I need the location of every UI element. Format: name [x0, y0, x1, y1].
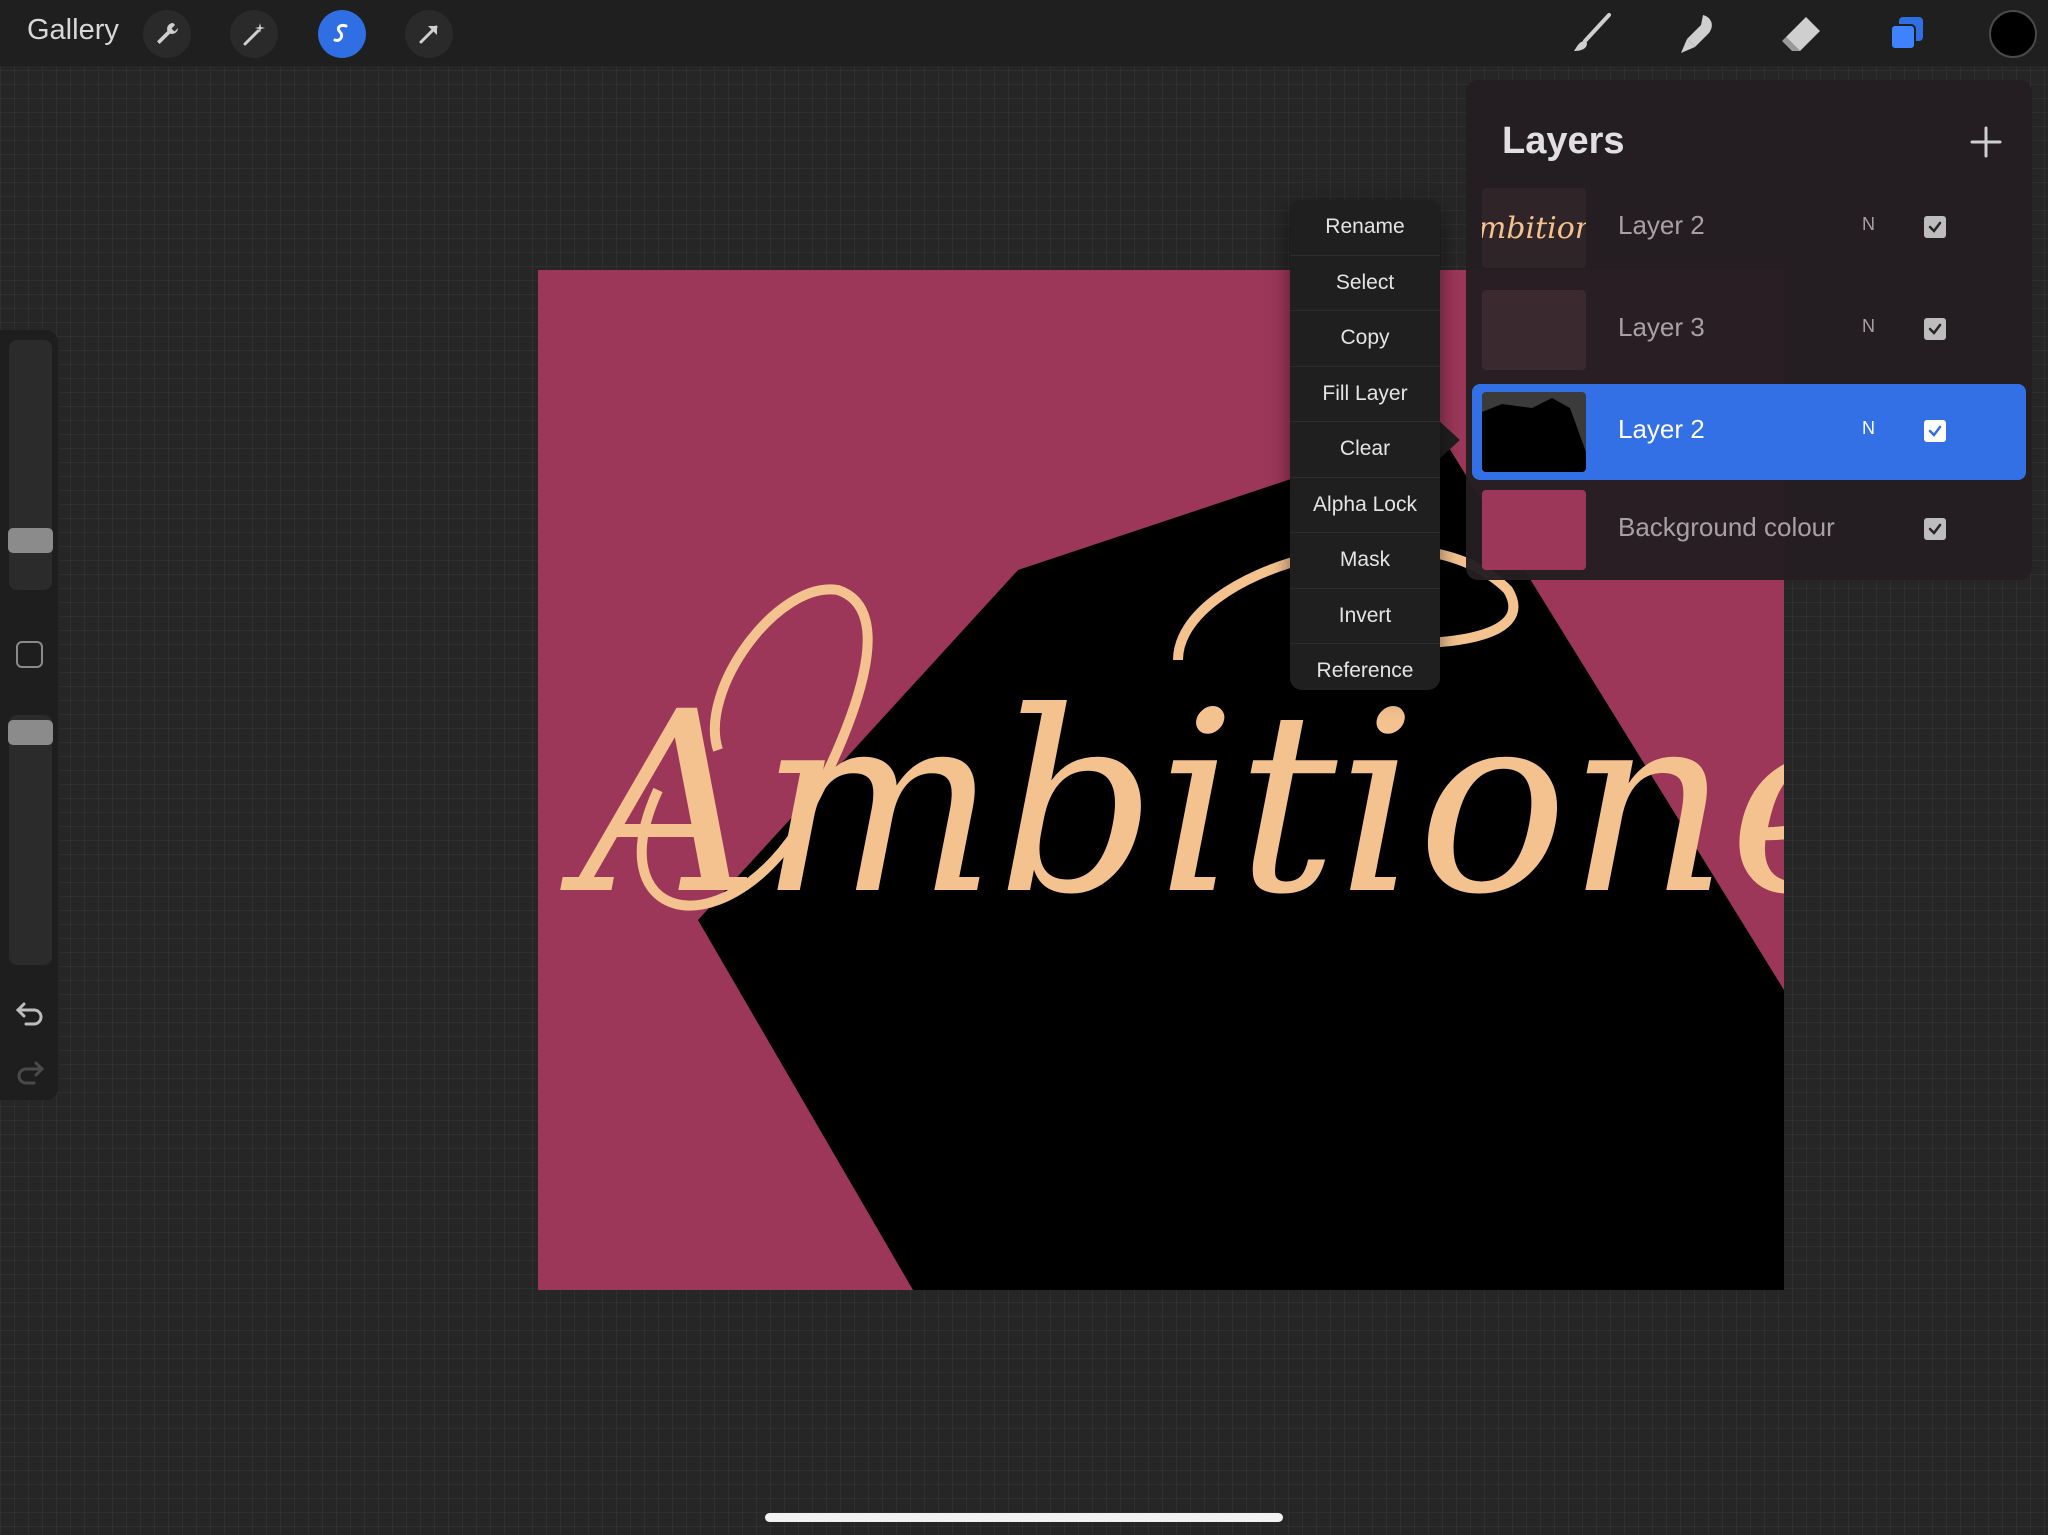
layer-thumbnail: [1482, 290, 1586, 370]
eraser-icon[interactable]: [1775, 8, 1827, 60]
check-icon: [1928, 221, 1942, 233]
menu-item-copy[interactable]: Copy: [1290, 311, 1440, 367]
layers-icon[interactable]: [1880, 8, 1932, 60]
menu-item-rename[interactable]: Rename: [1290, 200, 1440, 256]
menu-item-reference[interactable]: Reference: [1290, 644, 1440, 699]
color-picker-button[interactable]: [1989, 10, 2037, 58]
layer-name: Background colour: [1618, 512, 1835, 542]
home-indicator[interactable]: [765, 1513, 1283, 1522]
brush-icon[interactable]: [1566, 8, 1618, 60]
layer-row[interactable]: Layer 2 N: [1472, 384, 2026, 480]
layer-name: Layer 2: [1618, 414, 1705, 444]
visibility-checkbox[interactable]: [1924, 420, 1946, 442]
layer-options-menu: Rename Select Copy Fill Layer Clear Alpha Loc…: [1290, 200, 1440, 690]
redo-icon[interactable]: [14, 1057, 46, 1085]
menu-item-mask[interactable]: Mask: [1290, 533, 1440, 589]
top-toolbar: Gallery: [0, 0, 2048, 66]
visibility-checkbox[interactable]: [1924, 216, 1946, 238]
check-icon: [1928, 323, 1942, 335]
layers-panel: Layers Ambitione Layer 2 N Layer 3 N Layer 2 N…: [1466, 80, 2032, 580]
menu-item-fill-layer[interactable]: Fill Layer: [1290, 367, 1440, 422]
magic-wand-icon[interactable]: [230, 10, 278, 58]
lettering-text: Ambitione: [559, 658, 1784, 949]
menu-item-invert[interactable]: Invert: [1290, 589, 1440, 644]
plus-icon[interactable]: [1968, 124, 2004, 160]
arrow-icon[interactable]: [405, 10, 453, 58]
blend-mode-button[interactable]: N: [1862, 214, 1875, 235]
layer-thumbnail: [1482, 392, 1586, 472]
undo-icon[interactable]: [14, 998, 46, 1026]
smudge-icon[interactable]: [1672, 8, 1724, 60]
blend-mode-button[interactable]: N: [1862, 418, 1875, 439]
popup-pointer: [1438, 420, 1460, 460]
selection-icon[interactable]: [318, 10, 366, 58]
layer-name: Layer 2: [1618, 210, 1705, 240]
opacity-slider[interactable]: [9, 715, 52, 965]
wrench-icon[interactable]: [143, 10, 191, 58]
visibility-checkbox[interactable]: [1924, 518, 1946, 540]
left-sidebar: [0, 330, 58, 1100]
layer-row[interactable]: Layer 3 N: [1472, 282, 2026, 378]
layer-thumbnail: Ambitione: [1482, 188, 1586, 268]
svg-text:Ambitione: Ambitione: [1482, 211, 1586, 246]
gallery-button[interactable]: Gallery: [27, 14, 119, 47]
visibility-checkbox[interactable]: [1924, 318, 1946, 340]
check-icon: [1928, 523, 1942, 535]
layer-thumbnail: [1482, 490, 1586, 570]
brush-size-thumb[interactable]: [8, 528, 53, 553]
check-icon: [1928, 425, 1942, 437]
modify-button-icon[interactable]: [16, 641, 43, 668]
menu-item-select[interactable]: Select: [1290, 256, 1440, 311]
layer-row[interactable]: Background colour: [1472, 482, 2026, 578]
opacity-thumb[interactable]: [8, 720, 53, 745]
layer-name: Layer 3: [1618, 312, 1705, 342]
layer-row[interactable]: Ambitione Layer 2 N: [1472, 180, 2026, 276]
blend-mode-button[interactable]: N: [1862, 316, 1875, 337]
layers-title: Layers: [1502, 120, 1625, 162]
menu-item-clear[interactable]: Clear: [1290, 422, 1440, 478]
menu-item-alpha-lock[interactable]: Alpha Lock: [1290, 478, 1440, 533]
